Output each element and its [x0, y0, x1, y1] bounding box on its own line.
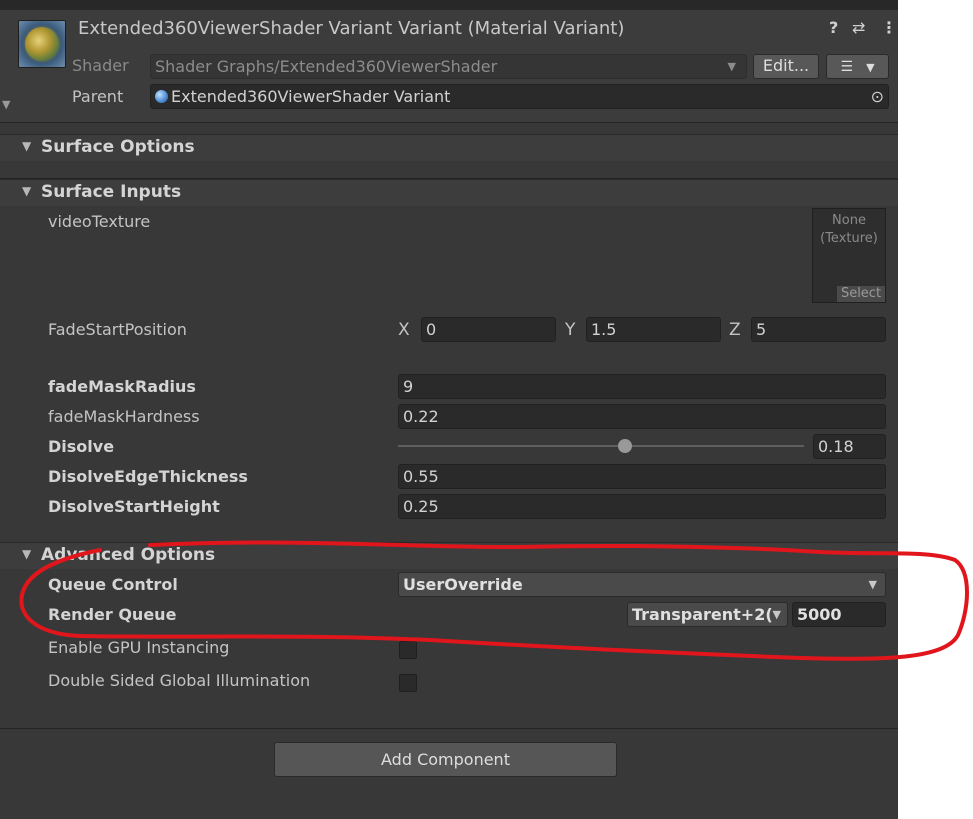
fade-start-y-field[interactable]: 1.5	[586, 317, 721, 342]
parent-field[interactable]: Extended360ViewerShader Variant ⊙	[150, 84, 889, 109]
render-queue-value-field[interactable]: 5000	[792, 602, 886, 627]
queue-control-dropdown[interactable]: UserOverride ▼	[398, 572, 886, 597]
disolve-value-field[interactable]: 0.18	[813, 434, 886, 459]
inspector-panel: Extended360ViewerShader Variant Variant …	[0, 0, 898, 819]
chevron-down-icon: ▼	[868, 578, 877, 591]
disolve-edge-thickness-label: DisolveEdgeThickness	[48, 467, 248, 486]
shader-dropdown-value: Shader Graphs/Extended360ViewerShader	[155, 57, 498, 76]
disolve-slider-track[interactable]	[398, 445, 804, 447]
double-sided-gi-checkbox[interactable]	[399, 674, 417, 692]
video-texture-label: videoTexture	[48, 212, 151, 231]
fade-start-z-field[interactable]: 5	[751, 317, 886, 342]
chevron-down-icon: ▼	[727, 60, 736, 73]
chevron-down-icon: ▼	[866, 61, 875, 74]
fade-start-x-field[interactable]: 0	[421, 317, 556, 342]
more-icon[interactable]: ⋮	[881, 18, 897, 37]
surface-options-header[interactable]: ▼ Surface Options	[0, 134, 898, 161]
y-label: Y	[565, 320, 576, 340]
material-icon	[155, 90, 168, 103]
fade-mask-radius-field[interactable]: 9	[398, 374, 886, 399]
gpu-instancing-checkbox[interactable]	[399, 641, 417, 659]
divider	[0, 728, 898, 729]
foldout-arrow-icon: ▼	[22, 547, 32, 561]
surface-inputs-title: Surface Inputs	[41, 182, 182, 202]
surface-options-title: Surface Options	[41, 137, 195, 157]
shader-menu-button[interactable]: ☰ ▼	[826, 54, 889, 79]
parent-label: Parent	[72, 87, 124, 106]
advanced-options-title: Advanced Options	[41, 545, 216, 565]
parent-value: Extended360ViewerShader Variant	[171, 87, 451, 106]
texture-none-text: None	[832, 213, 866, 228]
chevron-down-icon: ▼	[772, 608, 781, 621]
z-label: Z	[729, 320, 741, 340]
shader-dropdown[interactable]: Shader Graphs/Extended360ViewerShader ▼	[150, 54, 747, 79]
add-component-button[interactable]: Add Component	[274, 742, 617, 777]
video-texture-slot[interactable]: None (Texture) Select	[812, 208, 886, 303]
texture-type-text: (Texture)	[820, 231, 878, 246]
render-queue-label: Render Queue	[48, 605, 177, 624]
disolve-edge-thickness-field[interactable]: 0.55	[398, 464, 886, 489]
help-icon[interactable]: ?	[829, 18, 838, 37]
fade-mask-hardness-label: fadeMaskHardness	[48, 407, 200, 426]
fade-mask-radius-label: fadeMaskRadius	[48, 377, 196, 396]
list-icon: ☰	[840, 59, 853, 75]
disolve-start-height-label: DisolveStartHeight	[48, 497, 220, 516]
advanced-options-header[interactable]: ▼ Advanced Options	[0, 542, 898, 569]
material-preview-icon	[18, 20, 66, 68]
gpu-instancing-label: Enable GPU Instancing	[48, 638, 230, 657]
double-sided-gi-label: Double Sided Global Illumination	[48, 671, 311, 690]
disolve-slider-handle[interactable]	[618, 439, 632, 453]
x-label: X	[398, 320, 410, 340]
texture-select-button[interactable]: Select	[837, 286, 885, 302]
queue-control-label: Queue Control	[48, 575, 178, 594]
shader-label: Shader	[72, 56, 129, 75]
object-picker-icon[interactable]: ⊙	[871, 85, 884, 108]
render-queue-preset-value: Transparent+2(	[632, 605, 773, 624]
surface-inputs-header[interactable]: ▼ Surface Inputs	[0, 179, 898, 206]
foldout-arrow-icon: ▼	[22, 139, 32, 153]
material-title: Extended360ViewerShader Variant Variant …	[78, 18, 625, 39]
sliders-icon[interactable]: ⇄	[852, 18, 865, 37]
top-tab-strip	[0, 0, 898, 10]
render-queue-preset-dropdown[interactable]: Transparent+2( ▼	[627, 602, 788, 627]
queue-control-value: UserOverride	[403, 575, 523, 594]
foldout-arrow-icon[interactable]: ▼	[2, 98, 10, 111]
fade-start-position-label: FadeStartPosition	[48, 320, 187, 339]
fade-mask-hardness-field[interactable]: 0.22	[398, 404, 886, 429]
disolve-label: Disolve	[48, 437, 115, 456]
foldout-arrow-icon: ▼	[22, 184, 32, 198]
disolve-start-height-field[interactable]: 0.25	[398, 494, 886, 519]
edit-shader-button[interactable]: Edit...	[753, 54, 819, 79]
